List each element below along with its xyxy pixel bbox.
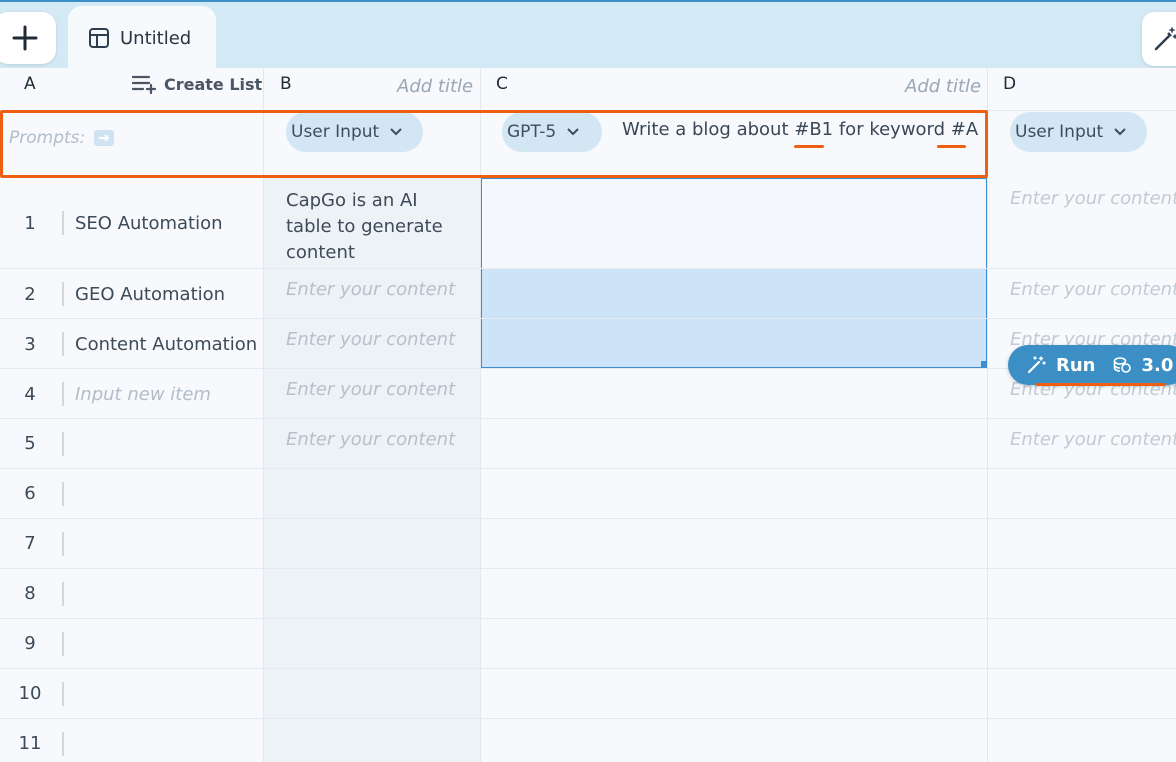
row-number: 2 xyxy=(24,284,36,305)
column-b-add-title[interactable]: Add title xyxy=(397,76,473,97)
magic-wand-button[interactable] xyxy=(1142,12,1176,66)
column-header-d[interactable]: D xyxy=(1003,74,1016,94)
cell-c1[interactable] xyxy=(481,178,987,269)
plus-icon xyxy=(12,25,38,51)
row-divider xyxy=(0,318,1176,319)
cell-b1[interactable]: CapGo is an AI table to generate content xyxy=(286,188,456,266)
cell-a4[interactable]: Input new item xyxy=(75,384,211,405)
row-divider xyxy=(0,368,1176,369)
run-cost: 3.0 xyxy=(1141,354,1174,376)
cell-b5[interactable]: Enter your content xyxy=(286,429,455,450)
row-divider xyxy=(0,418,1176,419)
magic-wand-icon xyxy=(1027,356,1046,374)
create-list-button[interactable]: Create List xyxy=(132,74,262,94)
chevron-down-icon xyxy=(1114,128,1126,136)
row-divider xyxy=(0,718,1176,719)
cell-a1[interactable]: SEO Automation xyxy=(75,213,223,234)
row-number: 11 xyxy=(18,733,42,754)
row-number: 7 xyxy=(24,533,36,554)
cell-a3[interactable]: Content Automation xyxy=(75,334,257,355)
tab-untitled[interactable]: Untitled xyxy=(68,6,216,70)
magic-wand-icon xyxy=(1154,27,1176,51)
row-number: 1 xyxy=(24,213,36,234)
run-label: Run xyxy=(1056,354,1096,376)
column-d-type-dropdown[interactable]: User Input xyxy=(1010,112,1147,152)
column-d-type-label: User Input xyxy=(1015,122,1104,142)
row-number: 9 xyxy=(24,633,36,654)
column-header-a[interactable]: A xyxy=(24,74,36,94)
row-number: 3 xyxy=(24,334,36,355)
row-divider-mark xyxy=(62,332,64,356)
row-number: 8 xyxy=(24,583,36,604)
row-divider xyxy=(0,618,1176,619)
row-divider-mark xyxy=(62,632,64,656)
row-divider-mark xyxy=(62,732,64,756)
row-divider xyxy=(0,568,1176,569)
run-underline xyxy=(1036,383,1166,386)
column-header-c[interactable]: C xyxy=(496,74,508,94)
row-divider xyxy=(0,468,1176,469)
cell-b3[interactable]: Enter your content xyxy=(286,329,455,350)
row-divider-mark xyxy=(62,282,64,306)
table-icon xyxy=(89,28,109,48)
cell-d5[interactable]: Enter your content xyxy=(1010,429,1176,450)
row-number: 6 xyxy=(24,483,36,504)
row-number: 10 xyxy=(18,683,42,704)
create-list-label: Create List xyxy=(164,74,263,94)
row-divider xyxy=(0,268,1176,269)
spreadsheet-grid: A Create List B Add title C Add title D … xyxy=(0,68,1176,762)
row-divider-mark xyxy=(62,682,64,706)
cell-d2[interactable]: Enter your content xyxy=(1010,279,1176,300)
row-number: 4 xyxy=(24,384,36,405)
prompt-row-highlight xyxy=(0,110,988,178)
run-button[interactable]: Run 3.0 xyxy=(1008,345,1176,385)
row-divider-mark xyxy=(62,582,64,606)
row-number: 5 xyxy=(24,433,36,454)
tab-label: Untitled xyxy=(120,27,192,49)
row-divider-mark xyxy=(62,532,64,556)
cell-a2[interactable]: GEO Automation xyxy=(75,284,225,305)
coins-icon xyxy=(1113,357,1131,373)
row-divider xyxy=(0,668,1176,669)
row-divider-mark xyxy=(62,432,64,456)
column-c-add-title[interactable]: Add title xyxy=(905,76,981,97)
tab-bar: Untitled xyxy=(0,0,1176,70)
new-tab-button[interactable] xyxy=(0,12,56,64)
cell-b2[interactable]: Enter your content xyxy=(286,279,455,300)
row-divider xyxy=(0,518,1176,519)
cell-b4[interactable]: Enter your content xyxy=(286,379,455,400)
cell-d1[interactable]: Enter your content xyxy=(1010,188,1176,209)
list-add-icon xyxy=(132,75,157,94)
row-divider-mark xyxy=(62,482,64,506)
column-header-b[interactable]: B xyxy=(280,74,292,94)
row-divider-mark xyxy=(62,211,64,235)
row-divider-mark xyxy=(62,382,64,406)
